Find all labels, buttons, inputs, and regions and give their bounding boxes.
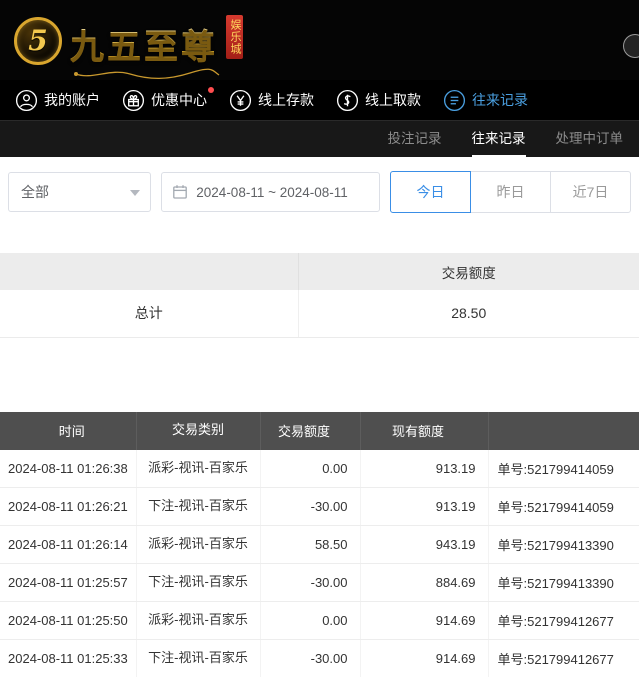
cell-order: 单号:521799413390 <box>488 564 639 602</box>
cell-time: 2024-08-11 01:26:14 <box>0 526 136 564</box>
gift-icon <box>122 89 145 112</box>
cell-order: 单号:521799414059 <box>488 450 639 488</box>
logo-coin-glyph: 5 <box>28 24 47 57</box>
calendar-icon <box>172 184 188 200</box>
cell-order: 单号:521799414059 <box>488 488 639 526</box>
cell-balance: 913.19 <box>360 488 488 526</box>
cell-type: 下注-视讯-百家乐 <box>136 488 260 526</box>
summary-header-row: 交易额度 <box>0 253 639 290</box>
tab-processing-orders[interactable]: 处理中订单 <box>556 121 624 157</box>
cell-order: 单号:521799412677 <box>488 640 639 677</box>
summary-total-row: 总计 28.50 <box>0 290 639 337</box>
nav-item-my-account[interactable]: 我的账户 <box>4 80 111 120</box>
table-row: 2024-08-11 01:26:14 派彩-视讯-百家乐 58.50 943.… <box>0 526 639 564</box>
nav-label: 往来记录 <box>472 90 528 110</box>
cell-amount: -30.00 <box>260 488 360 526</box>
nav-label: 线上取款 <box>365 90 421 110</box>
filter-bar: 全部 2024-08-11 ~ 2024-08-11 今日 昨日 近7日 <box>0 157 639 227</box>
chevron-down-icon <box>130 190 140 196</box>
header-balance: 现有额度 <box>360 412 488 450</box>
date-range-value: 2024-08-11 ~ 2024-08-11 <box>196 185 348 200</box>
nav-item-promotions[interactable]: 优惠中心 <box>111 80 218 120</box>
records-table: 时间 交易类别 交易额度 现有额度 2024-08-11 01:26:38 派彩… <box>0 412 639 677</box>
summary-total-label: 总计 <box>0 290 298 337</box>
cell-balance: 914.69 <box>360 640 488 677</box>
cell-order: 单号:521799412677 <box>488 602 639 640</box>
table-row: 2024-08-11 01:25:33 下注-视讯-百家乐 -30.00 914… <box>0 640 639 677</box>
category-select[interactable]: 全部 <box>8 172 151 212</box>
header-order <box>488 412 639 450</box>
brand-logo[interactable]: 5 九五至尊 娱乐城 <box>14 13 269 68</box>
cell-amount: 58.50 <box>260 526 360 564</box>
summary-total-value: 28.50 <box>298 290 639 337</box>
cell-time: 2024-08-11 01:25:33 <box>0 640 136 677</box>
brand-name: 九五至尊 <box>70 27 218 67</box>
category-select-value: 全部 <box>21 182 49 202</box>
yesterday-button[interactable]: 昨日 <box>470 171 551 213</box>
summary-table: 交易额度 总计 28.50 <box>0 253 639 338</box>
cell-amount: -30.00 <box>260 640 360 677</box>
today-button[interactable]: 今日 <box>390 171 471 213</box>
header-amount: 交易额度 <box>260 412 360 450</box>
cell-balance: 943.19 <box>360 526 488 564</box>
cell-amount: 0.00 <box>260 450 360 488</box>
brand-name-wrap: 九五至尊 <box>70 13 218 68</box>
withdraw-coin-icon <box>336 89 359 112</box>
deposit-coin-icon <box>229 89 252 112</box>
header-type: 交易类别 <box>136 412 260 450</box>
cell-amount: -30.00 <box>260 564 360 602</box>
last-7-days-button[interactable]: 近7日 <box>550 171 631 213</box>
cell-time: 2024-08-11 01:25:57 <box>0 564 136 602</box>
main-nav: 我的账户 优惠中心 线上存款 线上取款 <box>0 80 639 120</box>
cell-amount: 0.00 <box>260 602 360 640</box>
notification-dot <box>208 87 214 93</box>
records-header-row: 时间 交易类别 交易额度 现有额度 <box>0 412 639 450</box>
tab-transaction-records[interactable]: 往来记录 <box>472 121 526 157</box>
record-tabs: 投注记录 往来记录 处理中订单 <box>0 120 639 157</box>
brand-badge: 娱乐城 <box>226 15 243 59</box>
date-range-input[interactable]: 2024-08-11 ~ 2024-08-11 <box>161 172 380 212</box>
cell-order: 单号:521799413390 <box>488 526 639 564</box>
nav-label: 线上存款 <box>258 90 314 110</box>
logo-coin-icon: 5 <box>14 17 62 65</box>
gold-flourish-icon <box>72 68 222 80</box>
nav-item-transaction-records[interactable]: 往来记录 <box>432 80 539 120</box>
quick-range-group: 今日 昨日 近7日 <box>390 171 631 213</box>
cell-type: 下注-视讯-百家乐 <box>136 640 260 677</box>
table-row: 2024-08-11 01:25:50 派彩-视讯-百家乐 0.00 914.6… <box>0 602 639 640</box>
user-icon <box>15 89 38 112</box>
nav-item-deposit[interactable]: 线上存款 <box>218 80 325 120</box>
header-time: 时间 <box>0 412 136 450</box>
table-row: 2024-08-11 01:26:38 派彩-视讯-百家乐 0.00 913.1… <box>0 450 639 488</box>
cell-time: 2024-08-11 01:25:50 <box>0 602 136 640</box>
cell-type: 派彩-视讯-百家乐 <box>136 526 260 564</box>
summary-header-amount: 交易额度 <box>298 253 639 290</box>
cell-type: 派彩-视讯-百家乐 <box>136 602 260 640</box>
table-row: 2024-08-11 01:25:57 下注-视讯-百家乐 -30.00 884… <box>0 564 639 602</box>
cell-balance: 913.19 <box>360 450 488 488</box>
tab-betting-records[interactable]: 投注记录 <box>388 121 442 157</box>
cell-balance: 884.69 <box>360 564 488 602</box>
table-row: 2024-08-11 01:26:21 下注-视讯-百家乐 -30.00 913… <box>0 488 639 526</box>
cell-time: 2024-08-11 01:26:38 <box>0 450 136 488</box>
summary-header-empty <box>0 253 298 290</box>
account-records-page: 5 九五至尊 娱乐城 我的账户 <box>0 0 639 677</box>
cell-type: 下注-视讯-百家乐 <box>136 564 260 602</box>
cell-type: 派彩-视讯-百家乐 <box>136 450 260 488</box>
cell-time: 2024-08-11 01:26:21 <box>0 488 136 526</box>
nav-label: 我的账户 <box>44 90 100 110</box>
transaction-records-icon <box>443 89 466 112</box>
nav-item-withdraw[interactable]: 线上取款 <box>325 80 432 120</box>
top-header: 5 九五至尊 娱乐城 <box>0 0 639 80</box>
floating-widget-button[interactable] <box>623 34 639 58</box>
cell-balance: 914.69 <box>360 602 488 640</box>
nav-label: 优惠中心 <box>151 90 207 110</box>
